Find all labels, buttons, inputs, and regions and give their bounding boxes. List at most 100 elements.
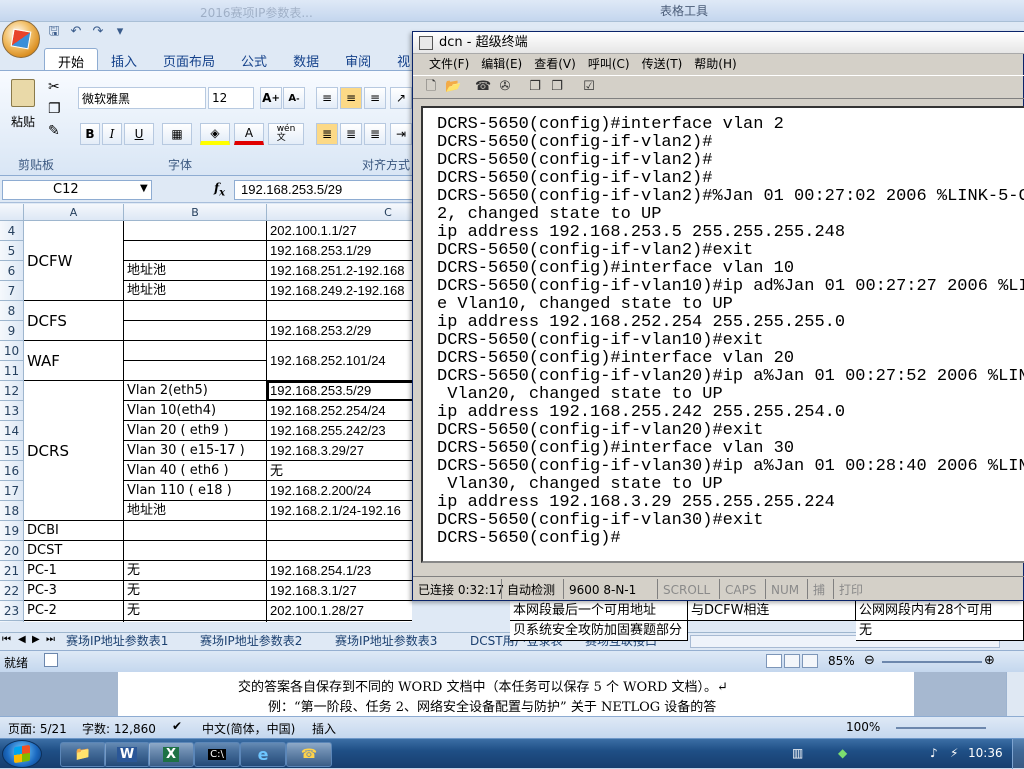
cell-b[interactable] bbox=[124, 341, 267, 361]
cell-b[interactable]: 地址池 bbox=[124, 501, 267, 521]
cell-c[interactable]: 202.100.1.1/27 bbox=[267, 221, 412, 241]
first-sheet-icon[interactable]: ⏮ bbox=[2, 634, 11, 645]
cell-a[interactable]: PC-2 bbox=[24, 601, 124, 621]
cell-b[interactable] bbox=[124, 241, 267, 261]
word-count[interactable]: 字数: 12,860 bbox=[82, 720, 156, 737]
clock[interactable]: 10:36 bbox=[968, 746, 1003, 760]
tab-home[interactable]: 开始 bbox=[44, 48, 99, 71]
network-tray-icon[interactable]: ▥ bbox=[792, 746, 803, 760]
cell-b[interactable]: Vlan 30 ( e15-17 ) bbox=[124, 441, 267, 461]
copy-icon[interactable]: ❐ bbox=[48, 101, 61, 117]
page-break-view-icon[interactable] bbox=[802, 654, 818, 668]
proofing-icon[interactable]: ✔ bbox=[172, 719, 182, 733]
new-connection-icon[interactable]: 🗋 bbox=[423, 79, 439, 95]
next-sheet-icon[interactable]: ▶ bbox=[32, 634, 40, 645]
cell-c[interactable]: 192.168.3.1/27 bbox=[267, 581, 412, 601]
word-page[interactable]: 交的答案各自保存到不同的 WORD 文档中（本任务可以保存 5 个 WORD 文… bbox=[118, 672, 914, 716]
row-header[interactable]: 13 bbox=[0, 401, 24, 421]
cell-c[interactable]: 192.168.251.2-192.168 bbox=[267, 261, 412, 281]
insert-mode[interactable]: 插入 bbox=[312, 720, 336, 737]
merged-cell-dcrs[interactable]: DCRS bbox=[24, 381, 124, 521]
column-header-a[interactable]: A bbox=[24, 204, 124, 221]
spreadsheet-grid[interactable]: A B C 4 DCFW 202.100.1.1/27 5 192.168.253.1/… bbox=[0, 204, 412, 622]
cell-f23[interactable]: 公网网段内有28个可用 bbox=[856, 601, 1024, 621]
row-header[interactable]: 12 bbox=[0, 381, 24, 401]
disconnect-icon[interactable]: ✇ bbox=[497, 79, 513, 95]
name-box-dropdown-icon[interactable]: ▼ bbox=[140, 183, 148, 194]
row-header[interactable]: 10 bbox=[0, 341, 24, 361]
font-size-select[interactable]: 12 bbox=[208, 87, 254, 109]
align-top-button[interactable]: ≡ bbox=[316, 87, 338, 109]
customize-qat-icon[interactable]: ▾ bbox=[112, 24, 128, 40]
italic-button[interactable]: I bbox=[102, 123, 122, 145]
row-header[interactable]: 20 bbox=[0, 541, 24, 561]
formula-input[interactable]: 192.168.253.5/29 bbox=[234, 180, 414, 200]
zoom-slider[interactable] bbox=[882, 661, 982, 663]
format-painter-icon[interactable]: ✎ bbox=[48, 123, 60, 139]
cell-b[interactable] bbox=[124, 221, 267, 241]
cell-b[interactable]: 无 bbox=[124, 601, 267, 621]
macro-record-icon[interactable] bbox=[44, 653, 58, 667]
sheet-tab-3[interactable]: 赛场IP地址参数表3 bbox=[335, 633, 437, 650]
taskbar-word[interactable]: W bbox=[104, 742, 150, 767]
fill-color-button[interactable]: ◈ bbox=[200, 123, 230, 145]
zoom-out-icon[interactable]: ⊖ bbox=[864, 653, 875, 668]
cell-c[interactable]: 192.168.252.100/24 bbox=[267, 621, 412, 622]
merged-cell-waf-ip[interactable]: 192.168.252.101/24 bbox=[267, 341, 412, 381]
cell-a[interactable]: DCBI bbox=[24, 521, 124, 541]
cell-b[interactable] bbox=[124, 301, 267, 321]
taskbar-excel[interactable]: X bbox=[148, 742, 194, 767]
shrink-font-button[interactable]: A- bbox=[283, 87, 305, 109]
align-left-button[interactable]: ≣ bbox=[316, 123, 338, 145]
orientation-button[interactable]: ↗ bbox=[390, 87, 412, 109]
row-header[interactable]: 24 bbox=[0, 621, 24, 622]
row-header[interactable]: 11 bbox=[0, 361, 24, 381]
column-header-b[interactable]: B bbox=[124, 204, 267, 221]
office-button[interactable] bbox=[2, 20, 40, 58]
row-header[interactable]: 8 bbox=[0, 301, 24, 321]
cell-c[interactable]: 192.168.249.2-192.168 bbox=[267, 281, 412, 301]
cell-c[interactable]: 无 bbox=[267, 461, 412, 481]
cell-a[interactable]: PC-3 bbox=[24, 581, 124, 601]
cell-e23[interactable]: 与DCFW相连 bbox=[688, 601, 856, 621]
page-count[interactable]: 页面: 5/21 bbox=[8, 720, 67, 737]
row-header[interactable]: 18 bbox=[0, 501, 24, 521]
fx-icon[interactable]: fx bbox=[214, 181, 225, 198]
sheet-tab-1[interactable]: 赛场IP地址参数表1 bbox=[66, 633, 168, 650]
borders-button[interactable]: ▦ bbox=[162, 123, 192, 145]
last-sheet-icon[interactable]: ⏭ bbox=[46, 634, 55, 645]
cell-b[interactable] bbox=[124, 541, 267, 561]
zoom-level[interactable]: 85% bbox=[828, 654, 855, 668]
save-icon[interactable]: 🖫 bbox=[46, 24, 62, 40]
taskbar-explorer[interactable]: 📁 bbox=[60, 742, 106, 767]
cell-a[interactable]: DCST bbox=[24, 541, 124, 561]
security-tray-icon[interactable]: ◆ bbox=[838, 746, 847, 760]
cell-a[interactable]: 服务器场景-1 bbox=[24, 621, 124, 622]
taskbar-cmd[interactable]: C:\ bbox=[194, 742, 240, 767]
word-zoom-level[interactable]: 100% bbox=[846, 720, 880, 734]
show-desktop-button[interactable] bbox=[1012, 739, 1024, 769]
row-header[interactable]: 17 bbox=[0, 481, 24, 501]
row-header[interactable]: 19 bbox=[0, 521, 24, 541]
cell-b[interactable]: 无 bbox=[124, 621, 267, 622]
cell-c[interactable]: 192.168.2.200/24 bbox=[267, 481, 412, 501]
grow-font-button[interactable]: A + bbox=[260, 87, 282, 109]
cell-c[interactable]: 192.168.255.242/23 bbox=[267, 421, 412, 441]
cell-b[interactable] bbox=[124, 321, 267, 341]
undo-icon[interactable]: ↶ bbox=[68, 24, 84, 40]
merged-cell-waf[interactable]: WAF bbox=[24, 341, 124, 381]
cell-c[interactable]: 192.168.254.1/23 bbox=[267, 561, 412, 581]
underline-button[interactable]: U bbox=[124, 123, 154, 145]
font-color-button[interactable]: A bbox=[234, 123, 264, 145]
cell-b[interactable]: Vlan 10(eth4) bbox=[124, 401, 267, 421]
cell-b[interactable]: 无 bbox=[124, 561, 267, 581]
open-icon[interactable]: 📂 bbox=[445, 79, 461, 95]
corner-select-all[interactable] bbox=[0, 204, 24, 221]
cell-b[interactable]: 地址池 bbox=[124, 261, 267, 281]
language-indicator[interactable]: 中文(简体，中国) bbox=[202, 720, 295, 737]
properties-icon[interactable]: ☑ bbox=[581, 79, 597, 95]
name-box[interactable]: C12 bbox=[2, 180, 152, 200]
cell-b[interactable]: Vlan 40 ( eth6 ) bbox=[124, 461, 267, 481]
tab-page-layout[interactable]: 页面布局 bbox=[150, 48, 228, 70]
cell-c[interactable] bbox=[267, 541, 412, 561]
